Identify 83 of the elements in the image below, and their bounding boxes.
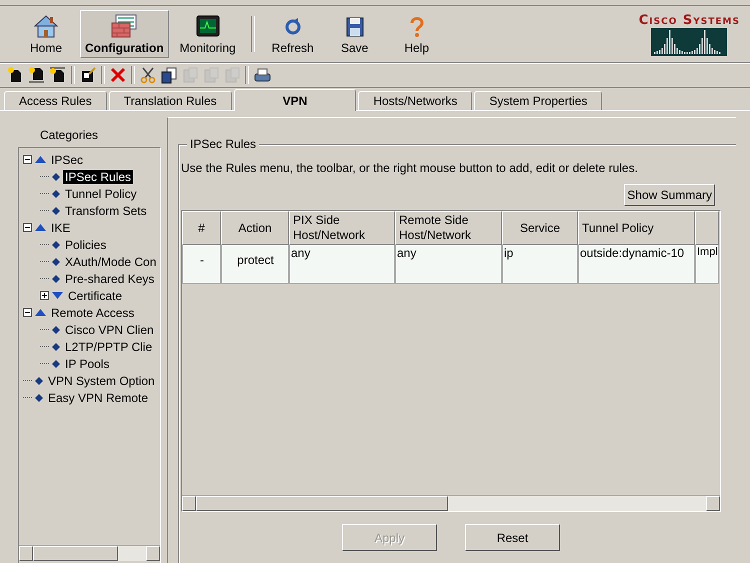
column-header[interactable]: Tunnel Policy bbox=[578, 211, 695, 245]
scissors-button[interactable] bbox=[138, 65, 158, 85]
configuration-button[interactable]: Configuration bbox=[80, 10, 169, 58]
table-cell: ip bbox=[502, 245, 578, 284]
tree-item[interactable]: Cisco VPN Clien bbox=[63, 322, 156, 336]
copy-icon bbox=[160, 66, 178, 84]
insert-page-icon bbox=[28, 66, 46, 84]
diamond-icon bbox=[52, 360, 60, 368]
save-button[interactable]: Save bbox=[326, 10, 383, 58]
paste-icon bbox=[223, 66, 241, 84]
table-cell: protect bbox=[221, 245, 289, 284]
table-cell: Impl bbox=[695, 245, 719, 284]
triangle-down-icon bbox=[52, 291, 63, 300]
column-header[interactable] bbox=[695, 211, 719, 245]
diamond-icon bbox=[52, 258, 60, 266]
tab[interactable]: VPN bbox=[234, 89, 356, 111]
tree-item[interactable]: Easy VPN Remote bbox=[46, 390, 150, 404]
monitor-icon bbox=[194, 13, 222, 39]
diamond-icon bbox=[52, 326, 60, 334]
column-header[interactable]: Action bbox=[221, 211, 289, 245]
column-header[interactable]: Service bbox=[502, 211, 578, 245]
show-summary-button[interactable]: Show Summary bbox=[624, 184, 715, 206]
expand-toggle[interactable] bbox=[40, 291, 49, 300]
tab[interactable]: System Properties bbox=[474, 91, 602, 110]
tree-item[interactable]: IP Pools bbox=[63, 356, 112, 370]
tree-item[interactable]: IPSec bbox=[49, 152, 86, 166]
insert-page-button[interactable] bbox=[27, 65, 47, 85]
paste-icon bbox=[181, 66, 199, 84]
column-header[interactable]: # bbox=[182, 211, 221, 245]
diamond-icon bbox=[52, 240, 60, 248]
tree-item[interactable]: Certificate bbox=[66, 288, 124, 302]
diamond-icon bbox=[52, 190, 60, 198]
collapse-toggle[interactable] bbox=[23, 308, 32, 317]
tab[interactable]: Hosts/Networks bbox=[358, 91, 472, 110]
insert-page-button[interactable] bbox=[48, 65, 68, 85]
collapse-toggle[interactable] bbox=[23, 223, 32, 232]
house-icon bbox=[32, 13, 60, 39]
group-title: IPSec Rules bbox=[187, 137, 260, 151]
help-button[interactable]: Help bbox=[388, 10, 445, 58]
scissors-icon bbox=[139, 66, 157, 84]
table-cell: - bbox=[182, 245, 221, 284]
action-button[interactable]: Reset bbox=[465, 524, 560, 551]
tab[interactable]: Translation Rules bbox=[108, 91, 232, 110]
printer-icon bbox=[253, 66, 271, 84]
diamond-icon bbox=[52, 274, 60, 282]
tree-item[interactable]: Transform Sets bbox=[63, 204, 149, 218]
tree-item[interactable]: Pre-shared Keys bbox=[63, 272, 156, 286]
tab[interactable]: Access Rules bbox=[4, 91, 107, 110]
copy-button[interactable] bbox=[159, 65, 179, 85]
tree-item[interactable]: IKE bbox=[49, 220, 72, 234]
triangle-up-icon bbox=[35, 308, 46, 317]
paste-icon bbox=[202, 66, 220, 84]
logo-text: Cisco Systems bbox=[638, 12, 740, 28]
insert-page-icon bbox=[49, 66, 67, 84]
tree-item[interactable]: Policies bbox=[63, 238, 108, 252]
diamond-icon bbox=[35, 376, 43, 384]
horizontal-scrollbar[interactable] bbox=[182, 495, 720, 511]
table-cell: any bbox=[289, 245, 395, 284]
delete-button[interactable] bbox=[108, 65, 128, 85]
triangle-up-icon bbox=[35, 155, 46, 164]
tree-item[interactable]: IPSec Rules bbox=[63, 170, 134, 184]
instructions-text: Use the Rules menu, the toolbar, or the right mouse button to add, edit or delete rules. bbox=[181, 161, 639, 175]
home-button[interactable]: Home bbox=[18, 10, 74, 58]
collapse-toggle[interactable] bbox=[23, 155, 32, 164]
refresh-button[interactable]: Refresh bbox=[264, 10, 321, 58]
tree-item[interactable]: VPN System Option bbox=[46, 374, 157, 388]
diamond-icon bbox=[52, 342, 60, 350]
tree-item[interactable]: Tunnel Policy bbox=[63, 186, 139, 200]
diamond-icon bbox=[52, 172, 60, 180]
edit-page-icon bbox=[79, 66, 97, 84]
horizontal-scrollbar[interactable] bbox=[19, 545, 160, 561]
diamond-icon bbox=[35, 394, 43, 402]
table-cell: outside:dynamic-10 bbox=[578, 245, 695, 284]
brick-wall-icon bbox=[110, 13, 138, 39]
monitoring-button[interactable]: Monitoring bbox=[174, 10, 241, 58]
tree-item[interactable]: L2TP/PPTP Clie bbox=[63, 340, 154, 354]
diamond-icon bbox=[52, 206, 60, 214]
delete-icon bbox=[109, 66, 127, 84]
categories-label: Categories bbox=[39, 127, 100, 144]
triangle-up-icon bbox=[35, 223, 46, 232]
tree-item[interactable]: XAuth/Mode Con bbox=[63, 254, 158, 268]
tree-item[interactable]: Remote Access bbox=[49, 306, 136, 320]
table-cell: any bbox=[395, 245, 502, 284]
